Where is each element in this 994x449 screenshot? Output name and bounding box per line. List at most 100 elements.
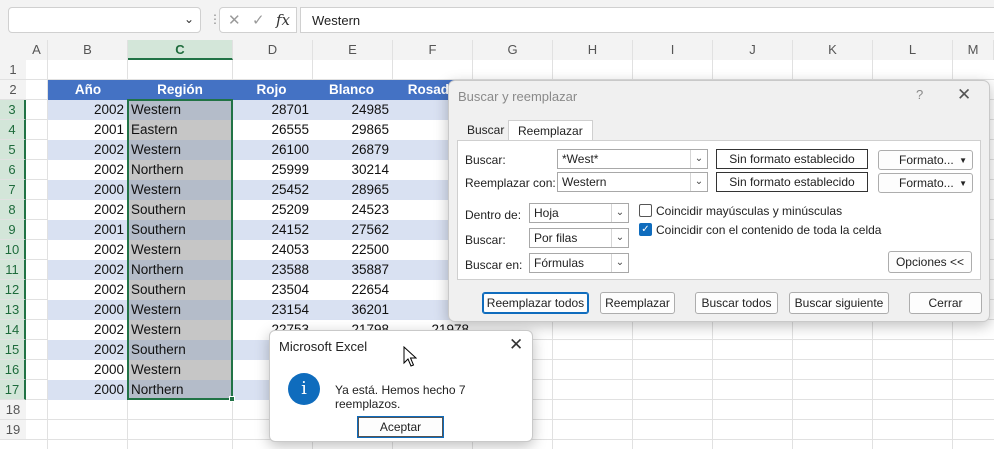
column-header-i[interactable]: I (633, 40, 713, 60)
table-cell[interactable]: 2001 (48, 220, 128, 240)
table-cell[interactable]: 2002 (48, 100, 128, 120)
row-header-14[interactable]: 14 (0, 320, 26, 340)
chevron-down-icon[interactable]: ⌄ (690, 173, 707, 191)
cancel-icon[interactable]: ✕ (228, 11, 241, 29)
within-select[interactable]: Hoja ⌄ (529, 203, 629, 223)
chevron-down-icon[interactable]: ⌄ (611, 204, 628, 222)
row-header-19[interactable]: 19 (0, 420, 26, 440)
table-cell[interactable]: 2002 (48, 280, 128, 300)
chevron-down-icon[interactable]: ⌄ (611, 254, 628, 272)
table-cell[interactable]: 2002 (48, 320, 128, 340)
match-case-checkbox[interactable] (639, 204, 652, 217)
find-all-button[interactable]: Buscar todos (695, 292, 778, 314)
column-header-c[interactable]: C (128, 40, 233, 60)
table-cell[interactable]: 25452 (233, 180, 313, 200)
table-cell[interactable]: 2000 (48, 180, 128, 200)
column-header-h[interactable]: H (553, 40, 633, 60)
row-header-18[interactable]: 18 (0, 400, 26, 420)
row-header-8[interactable]: 8 (0, 200, 26, 220)
row-header-16[interactable]: 16 (0, 360, 26, 380)
row-header-7[interactable]: 7 (0, 180, 26, 200)
table-cell[interactable]: 24053 (233, 240, 313, 260)
row-header-4[interactable]: 4 (0, 120, 26, 140)
row-header-17[interactable]: 17 (0, 380, 26, 400)
column-header-g[interactable]: G (473, 40, 553, 60)
row-header-15[interactable]: 15 (0, 340, 26, 360)
tab-buscar[interactable]: Buscar (467, 120, 504, 141)
table-cell[interactable]: 2002 (48, 260, 128, 280)
enter-icon[interactable]: ✓ (252, 11, 265, 29)
table-cell[interactable]: 26879 (313, 140, 393, 160)
replace-format-button[interactable]: Formato... ▼ (878, 173, 973, 193)
table-cell[interactable]: 24523 (313, 200, 393, 220)
column-header-f[interactable]: F (393, 40, 473, 60)
row-header-6[interactable]: 6 (0, 160, 26, 180)
column-header-e[interactable]: E (313, 40, 393, 60)
replace-button[interactable]: Reemplazar (600, 292, 675, 314)
table-cell[interactable]: 26555 (233, 120, 313, 140)
row-header-2[interactable]: 2 (0, 80, 26, 100)
table-cell[interactable]: 2002 (48, 140, 128, 160)
column-header-k[interactable]: K (793, 40, 873, 60)
replace-input[interactable]: Western ⌄ (557, 172, 708, 192)
table-cell[interactable]: 30214 (313, 160, 393, 180)
table-cell[interactable]: 23588 (233, 260, 313, 280)
table-cell[interactable]: 2002 (48, 160, 128, 180)
select-all-corner[interactable] (0, 40, 26, 60)
table-cell[interactable]: 24985 (313, 100, 393, 120)
chevron-down-icon[interactable]: ⌄ (611, 229, 628, 247)
table-cell[interactable]: 25209 (233, 200, 313, 220)
table-cell[interactable]: 22500 (313, 240, 393, 260)
formula-input[interactable]: Western (300, 7, 994, 33)
column-header-l[interactable]: L (873, 40, 953, 60)
column-header-d[interactable]: D (233, 40, 313, 60)
row-header-12[interactable]: 12 (0, 280, 26, 300)
row-header-13[interactable]: 13 (0, 300, 26, 320)
table-cell[interactable]: 2000 (48, 380, 128, 400)
table-cell[interactable]: 28965 (313, 180, 393, 200)
close-icon[interactable]: ✕ (509, 335, 523, 355)
table-cell[interactable]: 35887 (313, 260, 393, 280)
help-icon[interactable]: ? (916, 87, 923, 102)
name-box[interactable]: ⌄ (8, 7, 201, 33)
column-header-j[interactable]: J (713, 40, 793, 60)
look-in-select[interactable]: Fórmulas ⌄ (529, 253, 629, 273)
replace-all-button[interactable]: Reemplazar todos (482, 292, 589, 314)
tab-reemplazar[interactable]: Reemplazar (508, 120, 593, 141)
table-cell[interactable]: 36201 (313, 300, 393, 320)
close-icon[interactable]: ✕ (957, 85, 971, 105)
table-cell[interactable]: 26100 (233, 140, 313, 160)
table-cell[interactable]: 2001 (48, 120, 128, 140)
table-cell[interactable]: 2002 (48, 340, 128, 360)
table-cell[interactable]: 24152 (233, 220, 313, 240)
column-header-m[interactable]: M (953, 40, 994, 60)
chevron-down-icon[interactable]: ⌄ (690, 150, 707, 168)
find-input[interactable]: *West* ⌄ (557, 149, 708, 169)
column-header-a[interactable]: A (26, 40, 48, 60)
table-cell[interactable]: 29865 (313, 120, 393, 140)
table-cell[interactable]: 2002 (48, 200, 128, 220)
table-cell[interactable]: 27562 (313, 220, 393, 240)
table-cell[interactable]: 25999 (233, 160, 313, 180)
table-cell[interactable]: 23154 (233, 300, 313, 320)
match-case-label[interactable]: Coincidir mayúsculas y minúsculas (656, 204, 842, 218)
chevron-down-icon[interactable]: ⌄ (184, 12, 194, 26)
row-header-3[interactable]: 3 (0, 100, 26, 120)
find-format-button[interactable]: Formato... ▼ (878, 150, 973, 170)
table-cell[interactable]: 2000 (48, 360, 128, 380)
table-cell[interactable]: 2000 (48, 300, 128, 320)
row-header-9[interactable]: 9 (0, 220, 26, 240)
row-header-10[interactable]: 10 (0, 240, 26, 260)
table-cell[interactable]: 2002 (48, 240, 128, 260)
insert-function-icon[interactable]: fx (276, 11, 290, 29)
table-cell[interactable]: 22654 (313, 280, 393, 300)
find-next-button[interactable]: Buscar siguiente (789, 292, 889, 314)
match-entire-checkbox[interactable]: ✓ (639, 223, 652, 236)
close-button[interactable]: Cerrar (909, 292, 982, 314)
row-header-1[interactable]: 1 (0, 60, 26, 80)
table-cell[interactable]: 23504 (233, 280, 313, 300)
ok-button[interactable]: Aceptar (358, 417, 443, 437)
fill-handle[interactable] (229, 396, 235, 402)
options-button[interactable]: Opciones << (888, 251, 972, 273)
row-header-5[interactable]: 5 (0, 140, 26, 160)
